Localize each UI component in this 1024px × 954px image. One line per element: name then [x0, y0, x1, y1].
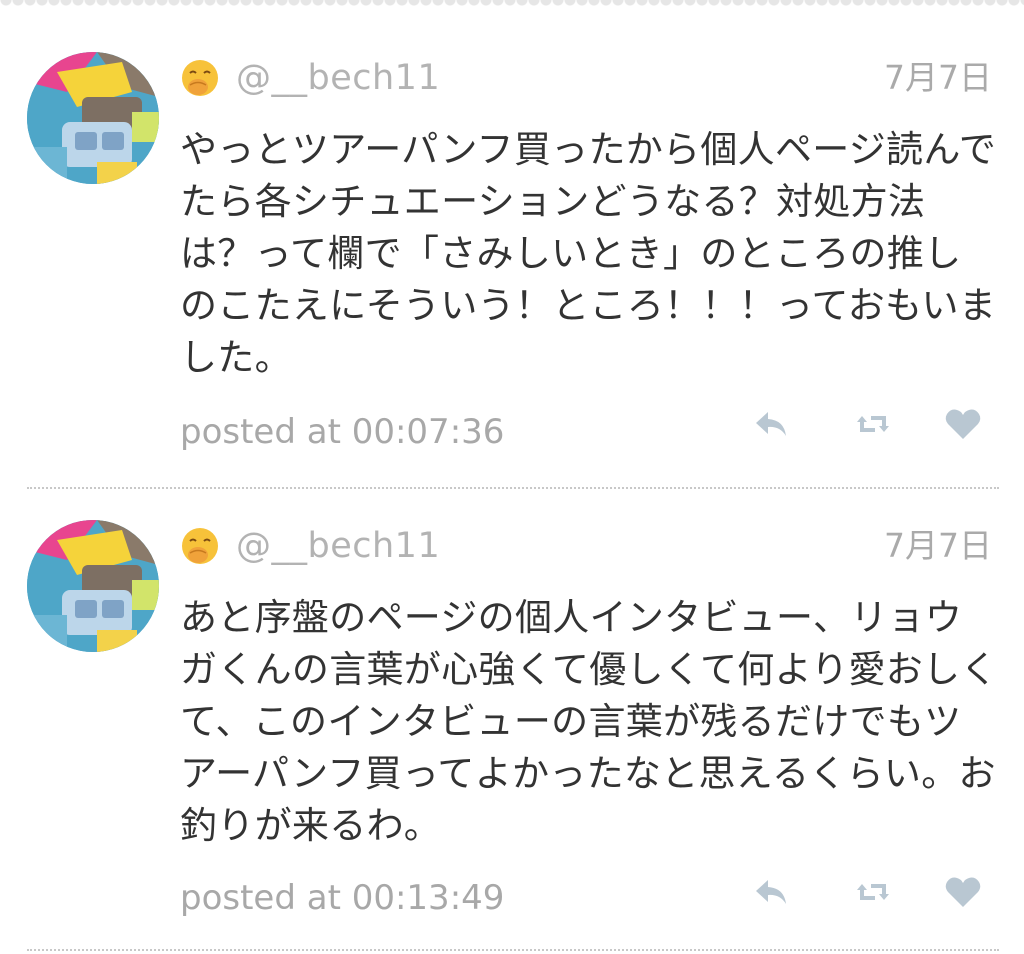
- posted-timestamp: posted at 00:13:49: [180, 878, 505, 918]
- user-handle[interactable]: @__bech11: [236, 524, 440, 568]
- avatar[interactable]: [27, 52, 159, 184]
- reply-icon[interactable]: [752, 404, 792, 444]
- divider: [27, 949, 999, 951]
- face-with-hand-over-mouth-icon: [180, 526, 220, 566]
- user-handle[interactable]: @__bech11: [236, 56, 440, 100]
- retweet-icon[interactable]: [853, 404, 893, 444]
- face-with-hand-over-mouth-icon: [180, 58, 220, 98]
- tweet-text: やっとツアーパンフ買ったから個人ページ読んでたら各シチュエーションどうなる？対処…: [180, 128, 997, 379]
- avatar[interactable]: [27, 520, 159, 652]
- heart-icon[interactable]: [943, 872, 983, 912]
- heart-icon[interactable]: [943, 404, 983, 444]
- posted-timestamp: posted at 00:07:36: [180, 412, 505, 452]
- tweet-date[interactable]: 7月7日: [884, 524, 992, 568]
- divider: [27, 487, 999, 489]
- tweet-text: あと序盤のページの個人インタビュー、リョウガくんの言葉が心強くて優しくて何より愛…: [180, 596, 998, 847]
- reply-icon[interactable]: [752, 872, 792, 912]
- top-scalloped-edge: [0, 0, 1024, 14]
- tweet-item: @__bech11 7月7日 やっとツアーパンフ買ったから個人ページ読んでたら各…: [0, 52, 1024, 488]
- tweet-item: @__bech11 7月7日 あと序盤のページの個人インタビュー、リョウガくんの…: [0, 520, 1024, 950]
- retweet-icon[interactable]: [853, 872, 893, 912]
- tweet-date[interactable]: 7月7日: [884, 56, 992, 100]
